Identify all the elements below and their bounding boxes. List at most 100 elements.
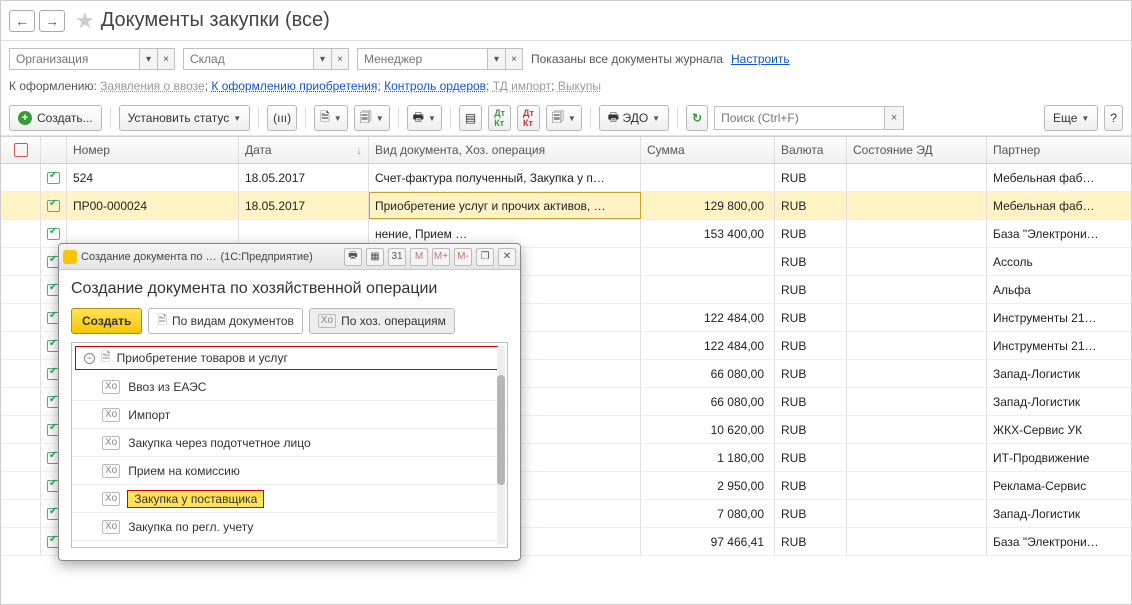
star-icon[interactable]: ★ (75, 8, 95, 34)
modal-window-title: Создание документа по … (81, 251, 217, 263)
search-input[interactable] (714, 106, 884, 130)
tree-item[interactable]: XoВвоз из ЕАЭС (72, 373, 507, 401)
modal-create-button[interactable]: Создать (71, 308, 142, 334)
cell-currency: RUB (775, 276, 847, 303)
nav-forward-button[interactable]: → (39, 10, 65, 32)
title-calendar-icon[interactable]: 31 (388, 248, 406, 266)
link-orders[interactable]: Контроль ордеров (384, 79, 486, 93)
col-doc-icon[interactable] (1, 137, 41, 163)
tree-scrollbar[interactable] (497, 345, 505, 545)
manager-input[interactable] (357, 48, 487, 70)
edo-button[interactable]: 🖶 ЭДО▼ (599, 105, 669, 131)
xo-icon: Xo (102, 436, 120, 450)
collapse-icon[interactable]: − (84, 353, 95, 364)
cell-ed (847, 416, 987, 443)
report-button[interactable]: ▤ (459, 105, 482, 131)
tab-by-docs[interactable]: 🗎По видам документов (148, 308, 303, 334)
store-input[interactable] (183, 48, 313, 70)
cell-date: 18.05.2017 (239, 164, 369, 191)
link-imports[interactable]: Заявления о ввозе (100, 79, 205, 93)
table-row[interactable]: 52418.05.2017Счет-фактура полученный, За… (1, 164, 1131, 192)
cell-sum (641, 248, 775, 275)
dt-kt-button[interactable]: ДтКт (488, 105, 511, 131)
title-mplus-icon[interactable]: M+ (432, 248, 450, 266)
cell-partner: ЖКХ-Сервис УК (987, 416, 1131, 443)
tree-item[interactable]: XoЗакупка через подотчетное лицо (72, 429, 507, 457)
tree-item-label: Закупка у поставщика (128, 491, 263, 507)
title-print-icon[interactable]: 🖶 (344, 248, 362, 266)
tree-root[interactable]: − 🗎 Приобретение товаров и услуг (75, 346, 504, 370)
manager-combo[interactable]: ▾ × (357, 47, 523, 71)
barcode-icon: (ııı) (273, 111, 291, 125)
tree-item[interactable]: XoЗакупка по регл. учету (72, 513, 507, 541)
tree-item[interactable]: XoИмпорт (72, 401, 507, 429)
create-button[interactable]: + Создать... (9, 105, 102, 131)
barcode-button[interactable]: (ııı) (267, 105, 297, 131)
cell-sum (641, 164, 775, 191)
tune-link[interactable]: Настроить (731, 52, 790, 66)
xo-icon: Xo (318, 314, 336, 328)
col-partner[interactable]: Партнер (987, 137, 1131, 163)
set-status-button[interactable]: Установить статус▼ (119, 105, 251, 131)
dt-kt-red-button[interactable]: ДтКт (517, 105, 540, 131)
col-date[interactable]: Дата↓ (239, 137, 369, 163)
col-currency[interactable]: Валюта (775, 137, 847, 163)
title-close-icon[interactable]: ✕ (498, 248, 516, 266)
tree-item[interactable]: XoПрием на комиссию (72, 457, 507, 485)
col-status-icon[interactable] (41, 137, 67, 163)
pending-links: К оформлению: Заявления о ввозе; К оформ… (1, 77, 1131, 101)
cell-sum: 7 080,00 (641, 500, 775, 527)
col-ed[interactable]: Состояние ЭД (847, 137, 987, 163)
plus-icon: + (18, 111, 32, 125)
cell-partner: Инструменты 21… (987, 332, 1131, 359)
more-button[interactable]: Еще▼ (1044, 105, 1098, 131)
clear-icon[interactable]: × (505, 48, 523, 70)
tree-item-label: Закупка по регл. учету (128, 520, 253, 534)
grid-header: Номер Дата↓ Вид документа, Хоз. операция… (1, 136, 1131, 164)
tab-by-ops[interactable]: XoПо хоз. операциям (309, 308, 455, 334)
scrollbar-thumb[interactable] (497, 375, 505, 485)
op-tree[interactable]: − 🗎 Приобретение товаров и услуг XoВвоз … (71, 342, 508, 548)
link-td[interactable]: ТД импорт (493, 79, 551, 93)
dropdown-icon[interactable]: ▾ (139, 48, 157, 70)
cell-currency: RUB (775, 248, 847, 275)
doc-dropdown-button[interactable]: 🗐▼ (354, 105, 390, 131)
cell-number: 524 (67, 164, 239, 191)
store-combo[interactable]: ▾ × (183, 47, 349, 71)
help-button[interactable]: ? (1104, 105, 1123, 131)
tree-item-label: Ввоз из ЕАЭС (128, 380, 206, 394)
extra-button[interactable]: 🗐▼ (546, 105, 582, 131)
cell-ed (847, 220, 987, 247)
cell-kind: Счет-фактура полученный, Закупка у п… (369, 164, 641, 191)
search-box[interactable]: × (714, 106, 904, 130)
refresh-button[interactable]: ↻ (686, 105, 708, 131)
col-kind[interactable]: Вид документа, Хоз. операция (369, 137, 641, 163)
create-doc-modal: Создание документа по … (1С:Предприятие)… (58, 243, 521, 561)
copy-button[interactable]: 🗎▼ (314, 105, 348, 131)
title-calc-icon[interactable]: ▦ (366, 248, 384, 266)
col-sum[interactable]: Сумма (641, 137, 775, 163)
xo-icon: Xo (102, 464, 120, 478)
page-title: Документы закупки (все) (101, 9, 330, 32)
copy-icon: 🗎 (320, 108, 330, 129)
col-number[interactable]: Номер (67, 137, 239, 163)
clear-icon[interactable]: × (331, 48, 349, 70)
link-purchase[interactable]: К оформлению приобретения (211, 79, 377, 93)
clear-icon[interactable]: × (157, 48, 175, 70)
title-restore-icon[interactable]: ❐ (476, 248, 494, 266)
title-mminus-icon[interactable]: M- (454, 248, 472, 266)
cell-currency: RUB (775, 528, 847, 555)
org-input[interactable] (9, 48, 139, 70)
cell-ed (847, 304, 987, 331)
print-button[interactable]: 🖶▼ (407, 105, 442, 131)
nav-back-button[interactable]: ← (9, 10, 35, 32)
title-m-icon[interactable]: M (410, 248, 428, 266)
table-row[interactable]: ПР00-00002418.05.2017Приобретение услуг … (1, 192, 1131, 220)
org-combo[interactable]: ▾ × (9, 47, 175, 71)
search-clear-icon[interactable]: × (884, 106, 904, 130)
cell-partner: Альфа (987, 276, 1131, 303)
link-buyouts[interactable]: Выкупы (558, 79, 601, 93)
dropdown-icon[interactable]: ▾ (313, 48, 331, 70)
dropdown-icon[interactable]: ▾ (487, 48, 505, 70)
tree-item[interactable]: XoЗакупка у поставщика (72, 485, 507, 513)
